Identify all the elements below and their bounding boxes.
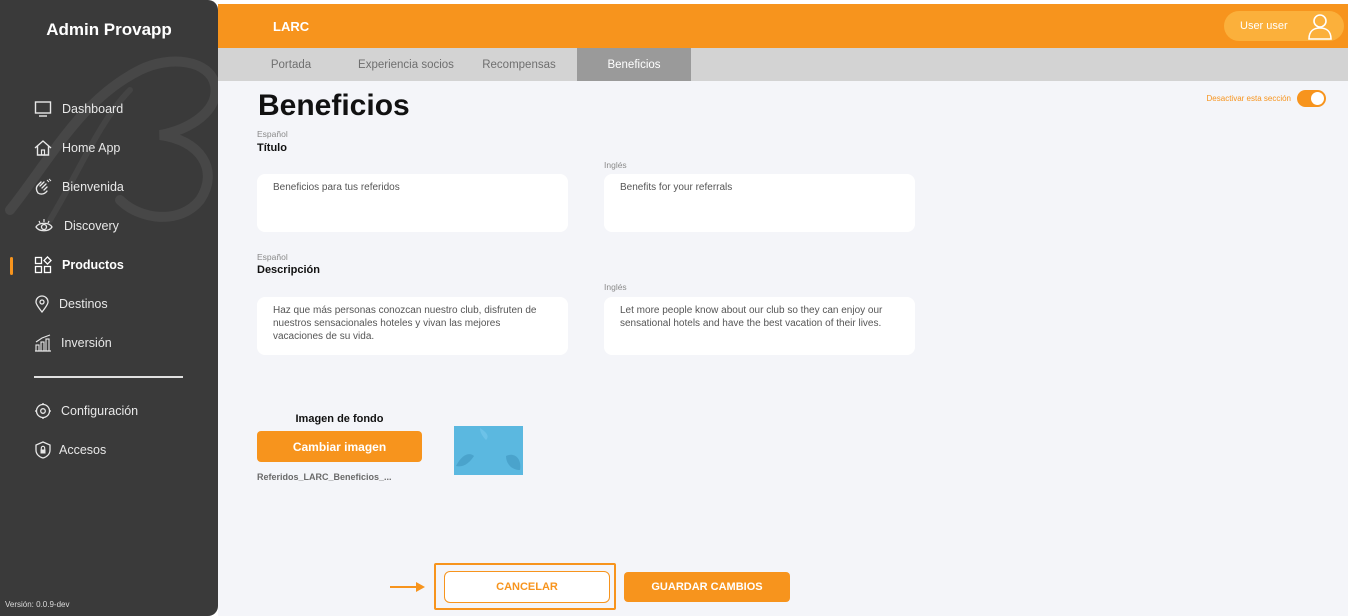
sidebar-item-dashboard[interactable]: Dashboard (0, 97, 218, 123)
sidebar-divider (34, 376, 183, 378)
sidebar-item-productos[interactable]: Productos (0, 253, 218, 279)
home-icon (34, 140, 52, 156)
leaf-pattern-icon (456, 428, 521, 470)
top-bar: LARC User user (218, 4, 1348, 48)
sidebar: Admin Provapp Dashboard Home App Bienven… (0, 0, 218, 616)
cancel-button[interactable]: CANCELAR (444, 571, 610, 603)
save-changes-button[interactable]: GUARDAR CAMBIOS (624, 572, 790, 602)
app-brand: Admin Provapp (46, 20, 172, 39)
sidebar-item-home-app[interactable]: Home App (0, 136, 218, 162)
sidebar-item-label: Dashboard (62, 102, 124, 116)
sidebar-item-label: Discovery (64, 219, 119, 233)
titulo-lang-en-label: Inglés (604, 160, 627, 170)
bar-chart-icon (35, 334, 51, 352)
titulo-lang-es-label: Español (257, 129, 288, 139)
active-indicator (10, 257, 13, 275)
gear-icon (35, 403, 51, 419)
tab-beneficios[interactable]: Beneficios (577, 48, 691, 81)
sidebar-item-bienvenida[interactable]: Bienvenida (0, 175, 218, 201)
main-content: Beneficios Desactivar esta sección Españ… (218, 81, 1348, 616)
image-filename: Referidos_LARC_Beneficios_... (257, 472, 392, 482)
sidebar-item-label: Productos (62, 258, 124, 272)
titulo-es-input[interactable]: Beneficios para tus referidos (257, 174, 568, 232)
monitor-icon (34, 101, 52, 117)
eye-icon (35, 219, 53, 232)
sidebar-item-destinos[interactable]: Destinos (0, 292, 218, 318)
section-tabs: Portada Experiencia socios Recompensas B… (218, 48, 1348, 81)
user-menu-button[interactable]: User user (1224, 11, 1344, 41)
descripcion-heading: Descripción (257, 264, 320, 276)
section-toggle-label: Desactivar esta sección (1206, 94, 1291, 103)
sidebar-item-label: Configuración (61, 404, 139, 418)
sidebar-item-label: Destinos (59, 297, 108, 311)
descripcion-en-input[interactable]: Let more people know about our club so t… (604, 297, 915, 355)
section-toggle-switch[interactable] (1297, 90, 1326, 107)
app-version: Versión: 0.0.9-dev (5, 600, 70, 609)
sidebar-item-configuracion[interactable]: Configuración (0, 399, 218, 425)
page-title: Beneficios (258, 89, 410, 122)
descripcion-lang-es-label: Español (257, 252, 288, 262)
titulo-heading: Título (257, 142, 287, 154)
map-pin-icon (35, 295, 49, 313)
user-avatar-icon (1308, 14, 1332, 40)
section-toggle-group: Desactivar esta sección (1207, 90, 1326, 107)
sidebar-item-label: Inversión (61, 336, 112, 350)
user-name: User user (1240, 20, 1288, 32)
tab-recompensas[interactable]: Recompensas (473, 48, 565, 81)
titulo-en-input[interactable]: Benefits for your referrals (604, 174, 915, 232)
sidebar-item-discovery[interactable]: Discovery (0, 214, 218, 240)
tab-portada[interactable]: Portada (250, 48, 332, 81)
descripcion-lang-en-label: Inglés (604, 282, 627, 292)
sidebar-item-accesos[interactable]: Accesos (0, 438, 218, 464)
brand-watermark-icon (5, 56, 218, 223)
sidebar-item-label: Bienvenida (62, 180, 124, 194)
sidebar-item-inversion[interactable]: Inversión (0, 331, 218, 357)
waving-hand-icon (35, 178, 52, 195)
background-image-label: Imagen de fondo (295, 413, 384, 425)
descripcion-es-input[interactable]: Haz que más personas conozcan nuestro cl… (257, 297, 568, 355)
arrow-right-icon (390, 582, 425, 592)
change-image-button[interactable]: Cambiar imagen (257, 431, 422, 462)
background-image-thumbnail (454, 426, 523, 475)
sidebar-item-label: Accesos (59, 443, 107, 457)
tab-experiencia-socios[interactable]: Experiencia socios (348, 48, 464, 81)
grid-icon (34, 256, 52, 274)
sidebar-item-label: Home App (62, 141, 121, 155)
shield-lock-icon (35, 441, 51, 459)
toggle-knob (1311, 92, 1324, 105)
org-title: LARC (273, 19, 310, 34)
